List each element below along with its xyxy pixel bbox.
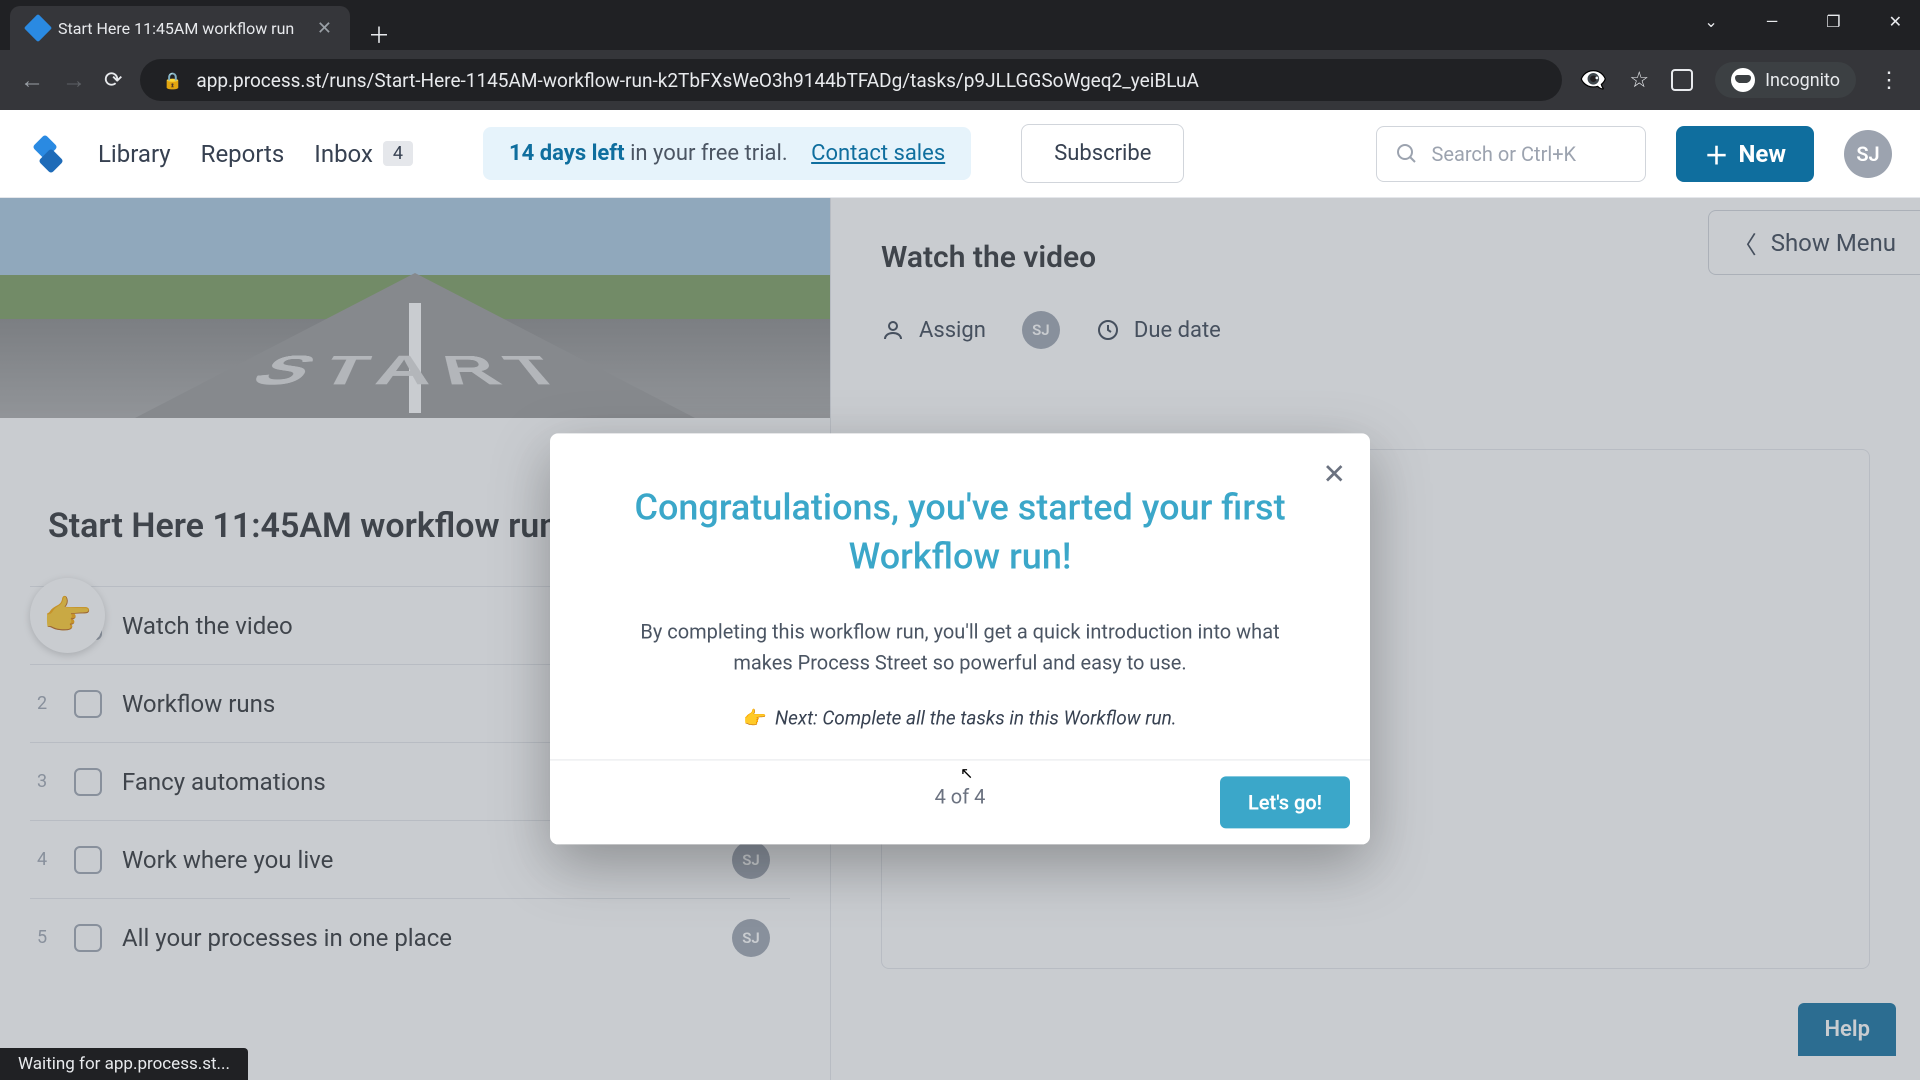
modal-next: 👉 Next: Complete all the tasks in this Wo…	[610, 707, 1310, 730]
extensions-icon[interactable]	[1671, 69, 1693, 91]
incognito-label: Incognito	[1765, 70, 1840, 91]
main-area: START 👉 Start Here 11:45AM workflow run …	[0, 198, 1920, 1080]
new-button[interactable]: ＋ New	[1676, 126, 1814, 182]
modal-next-label: Next: Complete all the tasks in this Wor…	[775, 707, 1177, 730]
trial-days: 14 days left	[509, 141, 625, 166]
subscribe-button[interactable]: Subscribe	[1021, 124, 1184, 183]
tab-title: Start Here 11:45AM workflow run	[58, 19, 307, 38]
incognito-icon	[1731, 68, 1755, 92]
trial-banner: 14 days left in your free trial. Contact…	[483, 127, 971, 180]
url-input[interactable]: 🔒 app.process.st/runs/Start-Here-1145AM-…	[140, 59, 1561, 101]
lock-icon: 🔒	[162, 71, 182, 90]
tab-close-icon[interactable]: ✕	[317, 18, 332, 39]
nav-inbox-label: Inbox	[314, 140, 373, 168]
maximize-button[interactable]: ❐	[1816, 8, 1850, 35]
pointer-emoji-icon: 👉	[743, 707, 767, 730]
search-icon	[1395, 142, 1419, 166]
trial-text: in your free trial.	[625, 141, 788, 166]
inbox-count-badge: 4	[383, 141, 413, 166]
modal-body: By completing this workflow run, you'll …	[610, 617, 1310, 679]
reload-button[interactable]: ⟳	[104, 68, 122, 93]
plus-icon: ＋	[1704, 136, 1728, 171]
tab-bar: Start Here 11:45AM workflow run ✕ ＋ ⌄ — …	[0, 0, 1920, 50]
search-placeholder: Search or Ctrl+K	[1431, 142, 1576, 166]
new-button-label: New	[1738, 140, 1786, 168]
minimize-button[interactable]: —	[1756, 8, 1789, 35]
new-tab-button[interactable]: ＋	[350, 18, 408, 50]
incognito-badge[interactable]: Incognito	[1715, 62, 1856, 98]
modal-step-indicator: 4 of 4	[935, 785, 986, 809]
eye-off-icon[interactable]: 👁️‍🗨️	[1580, 68, 1607, 93]
contact-sales-link[interactable]: Contact sales	[811, 141, 945, 166]
close-window-button[interactable]: ✕	[1879, 8, 1912, 35]
nav-library[interactable]: Library	[98, 140, 171, 168]
nav-reports[interactable]: Reports	[201, 140, 285, 168]
app-logo-icon[interactable]	[28, 134, 68, 174]
window-controls: ⌄ — ❐ ✕	[1694, 8, 1912, 35]
user-avatar[interactable]: SJ	[1844, 130, 1892, 178]
app-header: Library Reports Inbox 4 14 days left in …	[0, 110, 1920, 198]
onboarding-modal: ✕ Congratulations, you've started your f…	[550, 433, 1370, 844]
address-bar: ← → ⟳ 🔒 app.process.st/runs/Start-Here-1…	[0, 50, 1920, 110]
browser-tab[interactable]: Start Here 11:45AM workflow run ✕	[10, 6, 350, 50]
status-bar: Waiting for app.process.st...	[0, 1048, 248, 1080]
modal-title: Congratulations, you've started your fir…	[610, 483, 1310, 580]
modal-close-button[interactable]: ✕	[1323, 457, 1346, 490]
tab-dropdown-icon[interactable]: ⌄	[1694, 8, 1727, 35]
nav-inbox[interactable]: Inbox 4	[314, 140, 413, 168]
browser-chrome: Start Here 11:45AM workflow run ✕ ＋ ⌄ — …	[0, 0, 1920, 110]
kebab-menu-icon[interactable]: ⋮	[1878, 68, 1900, 93]
search-input[interactable]: Search or Ctrl+K	[1376, 126, 1646, 182]
url-text: app.process.st/runs/Start-Here-1145AM-wo…	[196, 69, 1199, 92]
back-button[interactable]: ←	[20, 66, 44, 95]
mouse-cursor-icon: ↖	[960, 763, 973, 782]
lets-go-button[interactable]: Let's go!	[1220, 777, 1350, 829]
star-icon[interactable]: ☆	[1629, 68, 1649, 93]
forward-button[interactable]: →	[62, 66, 86, 95]
favicon-icon	[24, 14, 52, 42]
